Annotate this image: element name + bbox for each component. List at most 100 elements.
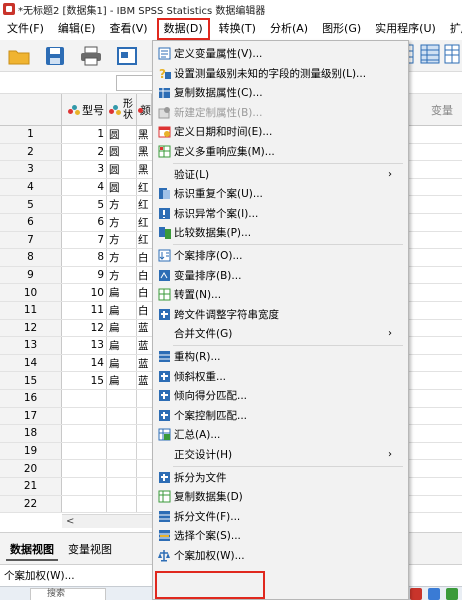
cell-model[interactable]: 11 bbox=[62, 302, 107, 319]
row-number[interactable]: 17 bbox=[0, 407, 62, 425]
row-number[interactable]: 12 bbox=[0, 319, 62, 337]
cell-shape[interactable] bbox=[107, 390, 137, 407]
cell-model[interactable]: 14 bbox=[62, 354, 107, 372]
scroll-left-arrow-icon[interactable]: < bbox=[66, 515, 74, 529]
cell-model[interactable]: 3 bbox=[62, 161, 107, 178]
menu-file[interactable]: 文件(F) bbox=[0, 18, 51, 40]
row-number[interactable]: 4 bbox=[0, 178, 62, 196]
cell-model[interactable]: 4 bbox=[62, 178, 107, 196]
menu-item-identify-unusual[interactable]: 标识异常个案(I)... bbox=[153, 204, 408, 223]
cell-shape[interactable]: 方 bbox=[107, 266, 137, 284]
row-number[interactable]: 7 bbox=[0, 231, 62, 249]
cell-shape[interactable]: 方 bbox=[107, 214, 137, 231]
cell-model[interactable] bbox=[62, 460, 107, 477]
menu-item-set-measurement-level[interactable]: ? 设置测量级别未知的字段的测量级别(L)... bbox=[153, 64, 408, 83]
open-folder-button[interactable] bbox=[6, 44, 32, 68]
taskbar-app-icon[interactable] bbox=[428, 588, 440, 600]
cell-shape[interactable]: 扁 bbox=[107, 337, 137, 354]
menu-item-sort-cases[interactable]: 个案排序(O)... bbox=[153, 246, 408, 265]
menu-item-menu-6[interactable]: 验证(L) › bbox=[153, 165, 408, 184]
menu-item-aggregate[interactable]: 汇总(A)... bbox=[153, 425, 408, 444]
column-header-color[interactable]: 颜 bbox=[137, 94, 152, 126]
row-number[interactable]: 14 bbox=[0, 354, 62, 372]
save-button[interactable] bbox=[42, 44, 68, 68]
cell-color[interactable]: 白 bbox=[137, 284, 152, 301]
spss-taskbar-icon[interactable] bbox=[410, 588, 422, 600]
cell-model[interactable]: 12 bbox=[62, 319, 107, 337]
cell-color[interactable]: 黑 bbox=[137, 161, 152, 178]
cell-model[interactable]: 7 bbox=[62, 231, 107, 249]
cell-model[interactable]: 6 bbox=[62, 214, 107, 231]
cell-shape[interactable]: 方 bbox=[107, 249, 137, 266]
cell-model[interactable] bbox=[62, 425, 107, 442]
row-number[interactable]: 5 bbox=[0, 196, 62, 213]
menu-item-split-file[interactable]: 拆分文件(F)... bbox=[153, 507, 408, 526]
horizontal-scrollbar[interactable]: < bbox=[62, 514, 152, 528]
cell-color[interactable] bbox=[137, 425, 152, 442]
row-number[interactable]: 21 bbox=[0, 478, 62, 495]
tab-variable-view[interactable]: 变量视图 bbox=[64, 539, 116, 561]
cell-color[interactable]: 蓝 bbox=[137, 320, 152, 337]
cell-shape[interactable]: 圆 bbox=[107, 178, 137, 196]
menu-item-case-control[interactable]: 个案控制匹配... bbox=[153, 406, 408, 425]
cell-color[interactable]: 红 bbox=[137, 232, 152, 249]
row-number[interactable]: 20 bbox=[0, 460, 62, 477]
cell-color[interactable] bbox=[137, 443, 152, 460]
menu-item-compare-datasets[interactable]: 比较数据集(P)... bbox=[153, 223, 408, 242]
row-number[interactable]: 1 bbox=[0, 126, 62, 143]
menu-item-sort-variables[interactable]: 变量排序(B)... bbox=[153, 266, 408, 285]
row-number[interactable]: 9 bbox=[0, 266, 62, 284]
row-number[interactable]: 19 bbox=[0, 442, 62, 460]
cell-shape[interactable]: 扁 bbox=[107, 372, 137, 389]
menu-analyze[interactable]: 分析(A) bbox=[263, 18, 315, 40]
row-number[interactable]: 3 bbox=[0, 161, 62, 178]
cell-color[interactable]: 黑 bbox=[137, 144, 152, 161]
cell-model[interactable] bbox=[62, 442, 107, 460]
menu-item-new-custom-attribute[interactable]: 新建定制属性(B)... bbox=[153, 103, 408, 122]
menu-item-menu-14[interactable]: 合并文件(G) › bbox=[153, 324, 408, 343]
menu-item-copy-data-properties[interactable]: 复制数据属性(C)... bbox=[153, 83, 408, 102]
row-number[interactable]: 13 bbox=[0, 337, 62, 354]
cell-model[interactable] bbox=[62, 407, 107, 425]
menu-transform[interactable]: 转换(T) bbox=[212, 18, 263, 40]
column-header-shape[interactable]: 形 状 bbox=[107, 94, 137, 126]
cell-color[interactable]: 蓝 bbox=[137, 355, 152, 372]
menu-item-define-dates[interactable]: 定义日期和时间(E)... bbox=[153, 122, 408, 141]
cell-model[interactable]: 1 bbox=[62, 126, 107, 143]
row-number[interactable]: 15 bbox=[0, 372, 62, 389]
cell-color[interactable]: 白 bbox=[137, 267, 152, 284]
cell-shape[interactable] bbox=[107, 442, 137, 460]
cell-color[interactable] bbox=[137, 460, 152, 477]
use-sets-button[interactable] bbox=[444, 44, 462, 68]
menu-item-copy-dataset[interactable]: 复制数据集(D) bbox=[153, 487, 408, 506]
cell-shape[interactable] bbox=[107, 478, 137, 495]
menu-extensions[interactable]: 扩展(X) bbox=[443, 18, 462, 40]
cell-model[interactable] bbox=[62, 495, 107, 513]
menu-item-weight-cases[interactable]: 个案加权(W)... bbox=[153, 546, 408, 565]
cell-color[interactable]: 白 bbox=[137, 302, 152, 319]
cell-shape[interactable] bbox=[107, 407, 137, 425]
cell-reference-input[interactable] bbox=[116, 75, 156, 91]
cell-color[interactable]: 红 bbox=[137, 196, 152, 213]
menu-item-split-into-files[interactable]: 拆分为文件 bbox=[153, 468, 408, 487]
menu-utilities[interactable]: 实用程序(U) bbox=[368, 18, 443, 40]
menu-view[interactable]: 查看(V) bbox=[102, 18, 154, 40]
menu-item-identify-duplicates[interactable]: 标识重复个案(U)... bbox=[153, 184, 408, 203]
menu-item-select-cases[interactable]: 选择个案(S)... bbox=[153, 526, 408, 545]
variable-column-header[interactable]: 变量 bbox=[422, 94, 462, 126]
menu-item-restructure[interactable]: 重构(R)... bbox=[153, 347, 408, 366]
cell-model[interactable] bbox=[62, 478, 107, 495]
cell-model[interactable]: 5 bbox=[62, 196, 107, 213]
cell-color[interactable]: 蓝 bbox=[137, 372, 152, 389]
cell-color[interactable]: 红 bbox=[137, 179, 152, 196]
menu-item-menu-20[interactable]: 正交设计(H) › bbox=[153, 445, 408, 464]
cell-shape[interactable]: 圆 bbox=[107, 143, 137, 161]
cell-model[interactable]: 10 bbox=[62, 284, 107, 301]
value-labels-button[interactable] bbox=[420, 44, 444, 68]
menu-data[interactable]: 数据(D) bbox=[156, 18, 210, 40]
cell-color[interactable] bbox=[137, 390, 152, 407]
cell-shape[interactable]: 圆 bbox=[107, 126, 137, 143]
menu-item-propensity-matching[interactable]: 倾向得分匹配... bbox=[153, 386, 408, 405]
row-number[interactable]: 11 bbox=[0, 302, 62, 319]
menu-edit[interactable]: 编辑(E) bbox=[51, 18, 103, 40]
